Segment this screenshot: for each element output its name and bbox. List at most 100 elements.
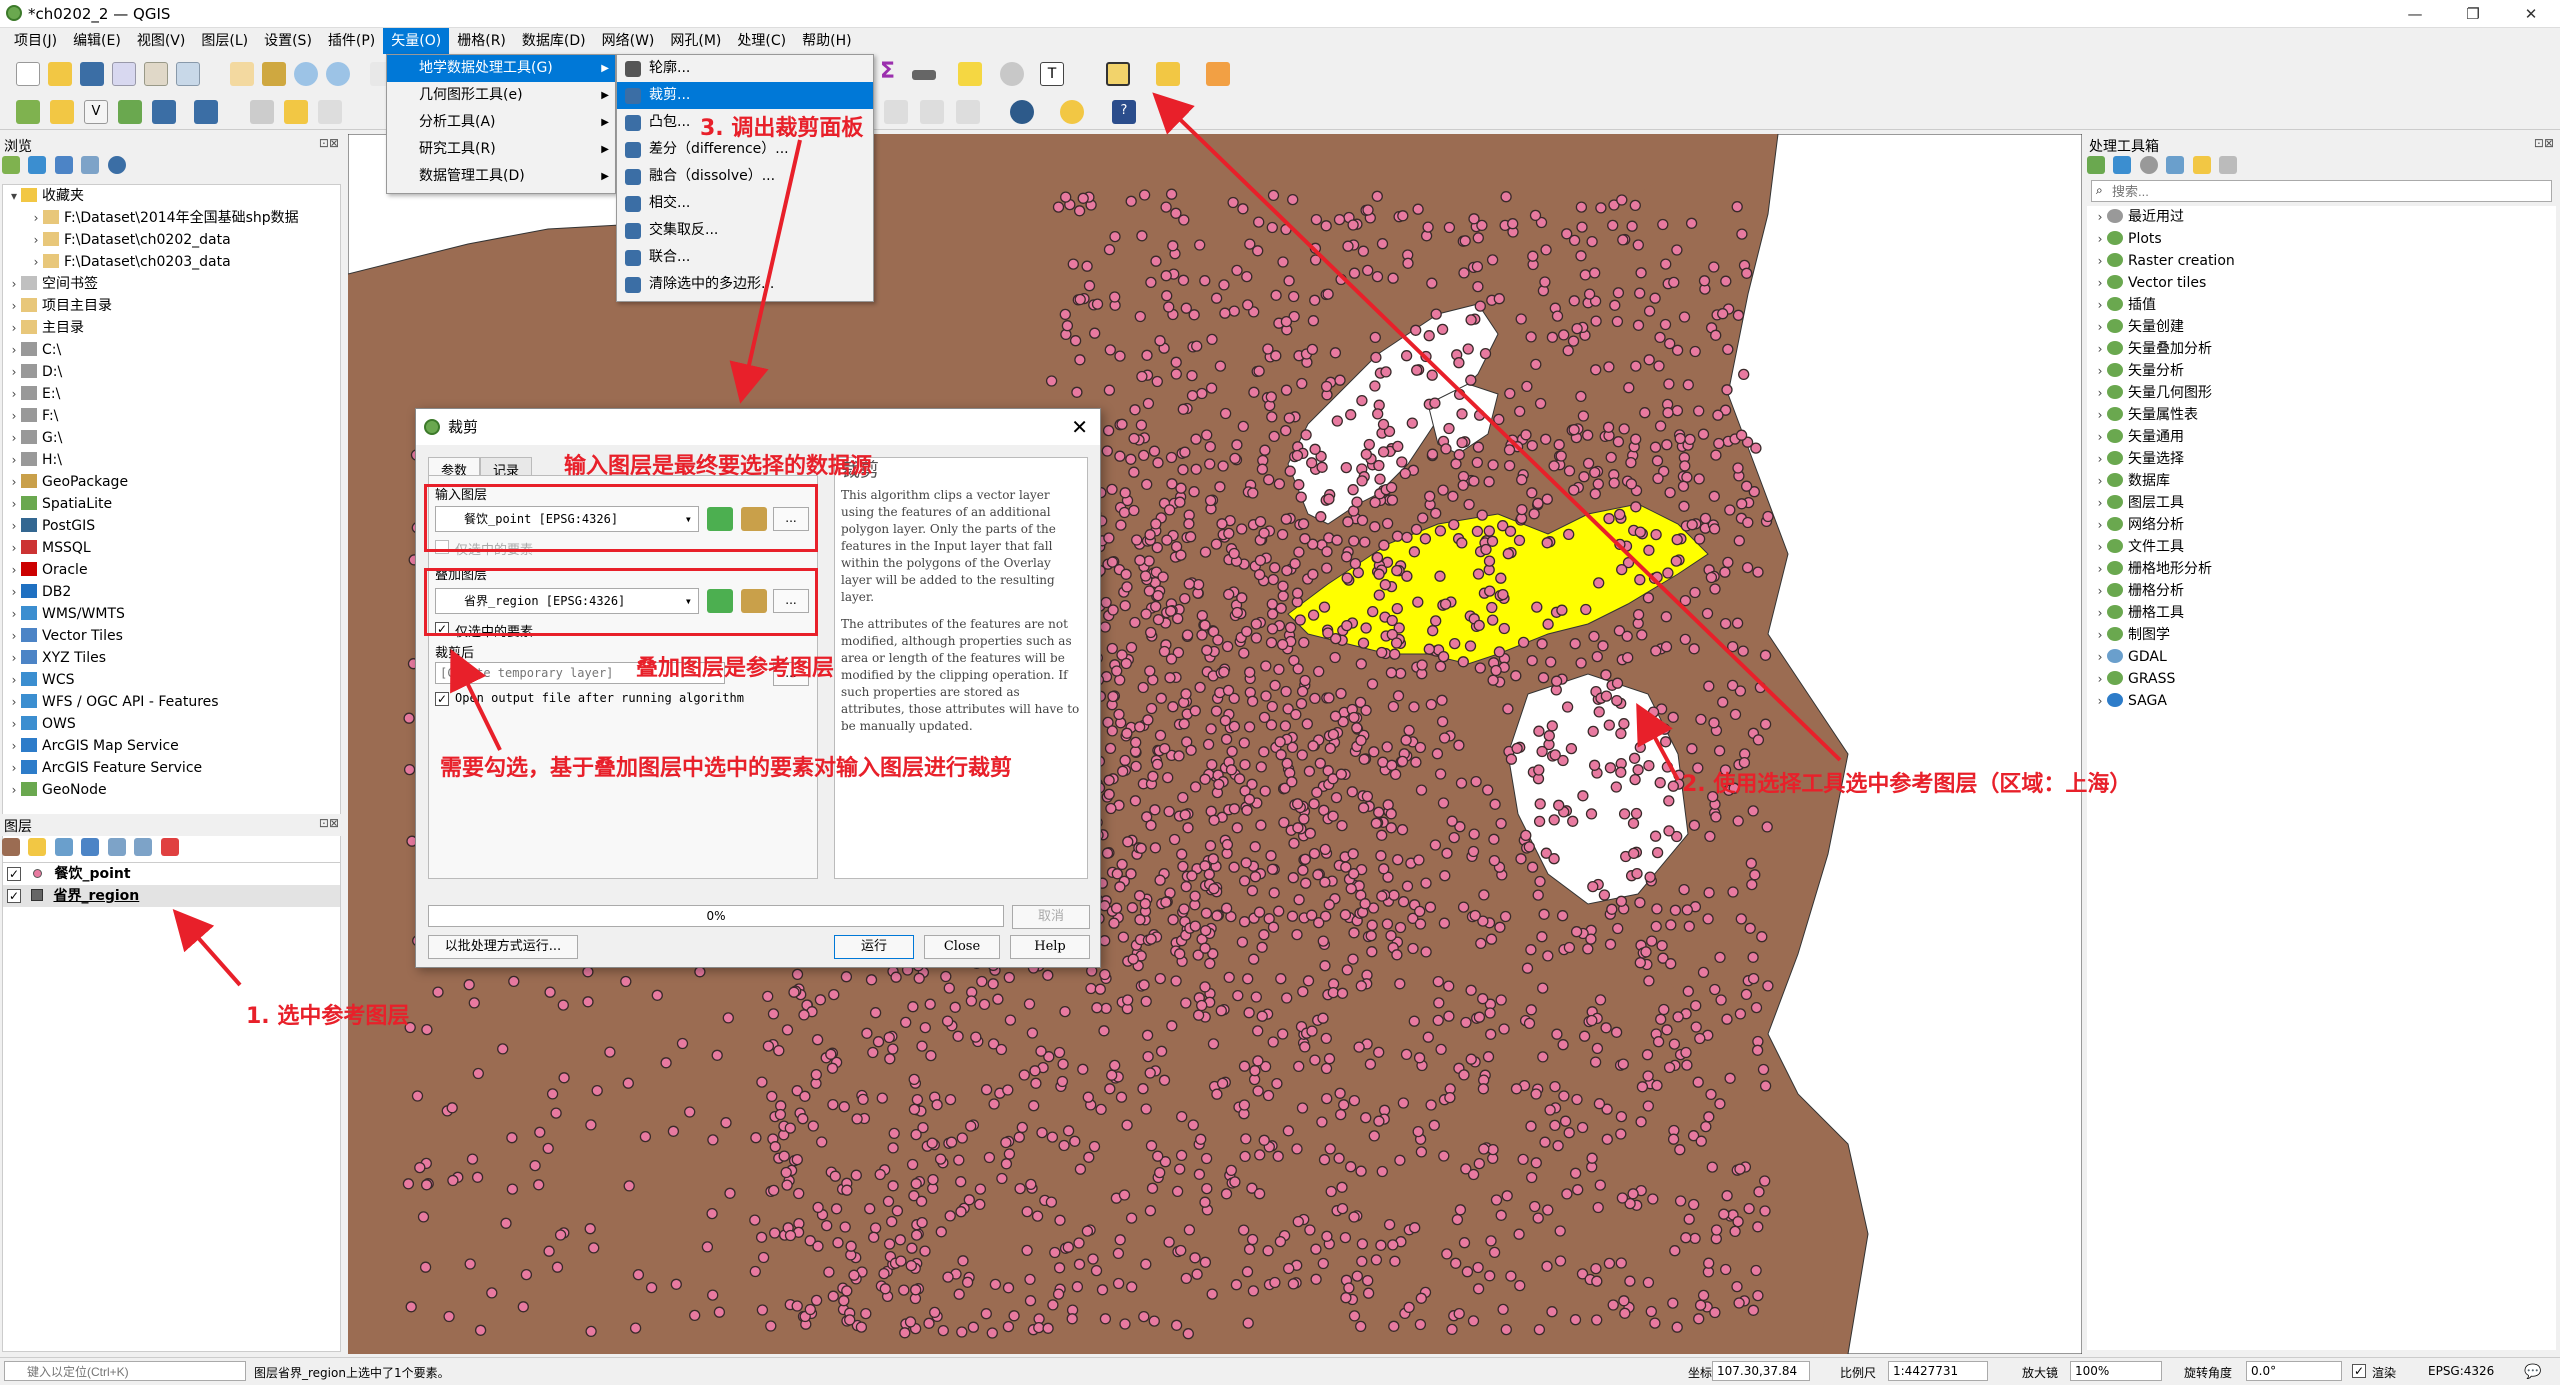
menu-union[interactable]: 联合...: [617, 244, 873, 271]
deselect-icon[interactable]: [1206, 62, 1230, 86]
layer-visibility-checkbox[interactable]: ✓: [7, 889, 21, 903]
expand-arrow-icon[interactable]: ›: [2093, 536, 2107, 558]
expand-all-icon[interactable]: [107, 838, 126, 856]
expand-arrow-icon[interactable]: ›: [2093, 470, 2107, 492]
menu-research-tools[interactable]: 研究工具(R) ▶: [387, 136, 615, 163]
expand-arrow-icon[interactable]: ›: [29, 207, 43, 229]
expand-arrow-icon[interactable]: ›: [7, 757, 21, 779]
options-icon[interactable]: [2219, 156, 2238, 174]
browser-item[interactable]: › F:\: [3, 405, 340, 427]
expand-arrow-icon[interactable]: ›: [7, 273, 21, 295]
expand-arrow-icon[interactable]: ›: [2093, 668, 2107, 690]
expand-arrow-icon[interactable]: ›: [2093, 316, 2107, 338]
toolbox-search[interactable]: ⌕: [2091, 180, 2552, 202]
menu-database[interactable]: 数据库(D): [514, 28, 594, 54]
menu-view[interactable]: 视图(V): [129, 28, 194, 54]
expand-arrow-icon[interactable]: ›: [2093, 426, 2107, 448]
expand-arrow-icon[interactable]: ›: [2093, 646, 2107, 668]
expand-arrow-icon[interactable]: ›: [2093, 338, 2107, 360]
menu-sym-difference[interactable]: 交集取反...: [617, 217, 873, 244]
bookmark-icon[interactable]: [1000, 62, 1024, 86]
expand-arrow-icon[interactable]: ›: [7, 383, 21, 405]
expand-arrow-icon[interactable]: ›: [29, 229, 43, 251]
globe-tool-icon[interactable]: [1010, 100, 1034, 124]
browser-item[interactable]: › WCS: [3, 669, 340, 691]
browser-item[interactable]: › XYZ Tiles: [3, 647, 340, 669]
menu-geoprocessing[interactable]: 地学数据处理工具(G) ▶: [387, 55, 615, 82]
expand-arrow-icon[interactable]: ›: [2093, 580, 2107, 602]
remove-layer-icon[interactable]: [160, 838, 179, 856]
add-layer-icon[interactable]: [2, 156, 20, 174]
menu-analysis-tools[interactable]: 分析工具(A) ▶: [387, 109, 615, 136]
expand-arrow-icon[interactable]: ›: [7, 713, 21, 735]
expand-arrow-icon[interactable]: ›: [7, 625, 21, 647]
scale-field[interactable]: 1:4427731: [1888, 1361, 1988, 1381]
browser-item[interactable]: › GeoNode: [3, 779, 340, 801]
layout-manager-icon[interactable]: [176, 62, 200, 86]
browser-item[interactable]: › H:\: [3, 449, 340, 471]
dialog-close-icon[interactable]: ✕: [1071, 409, 1088, 445]
toolbox-close-icon[interactable]: ⊡⊠: [2534, 136, 2554, 150]
expand-arrow-icon[interactable]: ›: [29, 251, 43, 273]
browser-item[interactable]: › WFS / OGC API - Features: [3, 691, 340, 713]
browser-item[interactable]: › 项目主目录: [3, 295, 340, 317]
browser-item[interactable]: › Oracle: [3, 559, 340, 581]
save-project-icon[interactable]: [80, 62, 104, 86]
magnifier-field[interactable]: 100%: [2070, 1361, 2162, 1381]
expand-arrow-icon[interactable]: ›: [2093, 558, 2107, 580]
expand-arrow-icon[interactable]: ›: [2093, 602, 2107, 624]
toolbox-item[interactable]: › 栅格工具: [2087, 602, 2556, 624]
print-layout-icon[interactable]: [144, 62, 168, 86]
layer-visibility-checkbox[interactable]: ✓: [7, 867, 21, 881]
menu-intersection[interactable]: 相交...: [617, 190, 873, 217]
menu-project[interactable]: 项目(J): [6, 28, 65, 54]
expand-arrow-icon[interactable]: ›: [2093, 382, 2107, 404]
browser-item[interactable]: › F:\Dataset\2014年全国基础shp数据: [3, 207, 340, 229]
expand-arrow-icon[interactable]: ›: [7, 603, 21, 625]
toolbox-item[interactable]: › GDAL: [2087, 646, 2556, 668]
new-virtual-layer-icon[interactable]: [152, 100, 176, 124]
info-icon[interactable]: [107, 156, 126, 174]
close-button[interactable]: Close: [924, 935, 1000, 959]
open-project-icon[interactable]: [48, 62, 72, 86]
expand-arrow-icon[interactable]: ›: [7, 471, 21, 493]
results-icon[interactable]: [2166, 156, 2185, 174]
batch-button[interactable]: 以批处理方式运行...: [428, 935, 578, 959]
toolbox-item[interactable]: › 图层工具: [2087, 492, 2556, 514]
rotation-field[interactable]: 0.0°: [2246, 1361, 2342, 1381]
python-console-icon[interactable]: [1060, 100, 1084, 124]
browser-item[interactable]: › D:\: [3, 361, 340, 383]
expand-arrow-icon[interactable]: ›: [7, 493, 21, 515]
browser-item[interactable]: › F:\Dataset\ch0203_data: [3, 251, 340, 273]
pan-to-selection-icon[interactable]: [262, 62, 286, 86]
statistics-sigma-icon[interactable]: Σ: [880, 59, 904, 84]
current-edits-icon[interactable]: [250, 100, 274, 124]
browser-item[interactable]: › G:\: [3, 427, 340, 449]
manage-map-themes-icon[interactable]: [54, 838, 73, 856]
expand-arrow-icon[interactable]: ›: [7, 537, 21, 559]
expand-arrow-icon[interactable]: ›: [7, 295, 21, 317]
menu-buffer[interactable]: 轮廓...: [617, 55, 873, 82]
expand-arrow-icon[interactable]: ›: [2093, 228, 2107, 250]
browser-item[interactable]: › MSSQL: [3, 537, 340, 559]
digitize-icon[interactable]: [884, 100, 908, 124]
menu-vector[interactable]: 矢量(O): [383, 28, 450, 54]
expand-arrow-icon[interactable]: ›: [2093, 360, 2107, 382]
maximize-button[interactable]: ❐: [2444, 0, 2502, 28]
menu-raster[interactable]: 栅格(R): [449, 28, 514, 54]
expand-arrow-icon[interactable]: ›: [2093, 272, 2107, 294]
toolbox-item[interactable]: › 网络分析: [2087, 514, 2556, 536]
toolbox-search-input[interactable]: [2112, 182, 2492, 200]
expand-arrow-icon[interactable]: ›: [2093, 690, 2107, 712]
help-icon[interactable]: ?: [1112, 100, 1136, 124]
zoom-out-icon[interactable]: [326, 62, 350, 86]
browser-item[interactable]: ▾ 收藏夹: [3, 185, 340, 207]
browser-item[interactable]: › ArcGIS Map Service: [3, 735, 340, 757]
browser-item[interactable]: › 空间书签: [3, 273, 340, 295]
coord-field[interactable]: 107.30,37.84: [1712, 1361, 1810, 1381]
browser-item[interactable]: › SpatiaLite: [3, 493, 340, 515]
menu-dissolve[interactable]: 融合（dissolve）...: [617, 163, 873, 190]
browser-item[interactable]: › ArcGIS Feature Service: [3, 757, 340, 779]
crs-label[interactable]: EPSG:4326: [2428, 1364, 2494, 1378]
select-features-icon[interactable]: [1106, 62, 1130, 86]
